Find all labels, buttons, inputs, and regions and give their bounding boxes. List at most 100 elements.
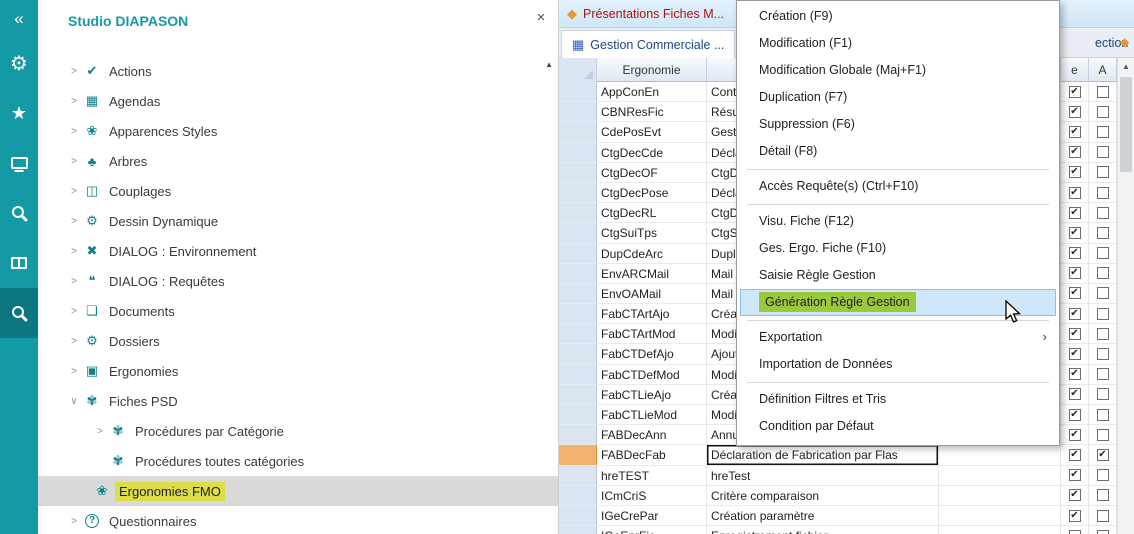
table-row-hretest[interactable]: hreTESThreTest✔	[559, 466, 1117, 486]
checkbox-a[interactable]	[1097, 287, 1109, 299]
checkbox-e[interactable]: ✔	[1069, 328, 1081, 340]
checkbox-a[interactable]	[1097, 489, 1109, 501]
tree-item-agendas[interactable]: >▦Agendas	[38, 86, 558, 116]
tree-item-apparences-styles[interactable]: >❀Apparences Styles	[38, 116, 558, 146]
checkbox-a[interactable]	[1097, 328, 1109, 340]
tree-item-fiches-psd[interactable]: ∨✾Fiches PSD	[38, 386, 558, 416]
table-row-igeenrfic[interactable]: IGeEnrFicEnregistrement fichier	[559, 526, 1117, 534]
checkbox-e[interactable]: ✔	[1069, 489, 1081, 501]
table-scrollbar[interactable]: ▲	[1117, 58, 1134, 534]
search-icon[interactable]	[0, 188, 38, 238]
checkbox-e[interactable]: ✔	[1069, 308, 1081, 320]
tree-item-dossiers[interactable]: >⚙Dossiers	[38, 326, 558, 356]
gear-icon[interactable]: ⚙	[0, 38, 38, 88]
menu-item-importation-de-donn-es[interactable]: Importation de Données	[737, 351, 1059, 378]
checkbox-e[interactable]: ✔	[1069, 510, 1081, 522]
expander-icon[interactable]: >	[66, 66, 82, 77]
checkbox-e[interactable]: ✔	[1069, 368, 1081, 380]
close-icon[interactable]: ×	[532, 9, 550, 27]
menu-item-ges-ergo-fiche-f10[interactable]: Ges. Ergo. Fiche (F10)	[737, 235, 1059, 262]
checkbox-a[interactable]	[1097, 510, 1109, 522]
checkbox-a[interactable]	[1097, 348, 1109, 360]
expander-icon[interactable]: ∨	[66, 396, 82, 407]
tree-item-ergonomies-fmo[interactable]: ❀Ergonomies FMO	[38, 476, 558, 506]
checkbox-a[interactable]: ✔	[1097, 449, 1109, 461]
menu-item-modification-f1[interactable]: Modification (F1)	[737, 30, 1059, 57]
checkbox-a[interactable]	[1097, 469, 1109, 481]
menu-item-acc-s-requ-te-s-ctrl-f10[interactable]: Accès Requête(s) (Ctrl+F10)	[737, 173, 1059, 200]
checkbox-a[interactable]	[1097, 166, 1109, 178]
checkbox-e[interactable]: ✔	[1069, 429, 1081, 441]
menu-item-duplication-f7[interactable]: Duplication (F7)	[737, 84, 1059, 111]
checkbox-a[interactable]	[1097, 106, 1109, 118]
monitor-icon[interactable]	[0, 138, 38, 188]
checkbox-a[interactable]	[1097, 146, 1109, 158]
checkbox-e[interactable]: ✔	[1069, 106, 1081, 118]
checkbox-a[interactable]	[1097, 368, 1109, 380]
checkbox-e[interactable]: ✔	[1069, 267, 1081, 279]
collapse-chevrons-icon[interactable]: «	[0, 0, 38, 38]
checkbox-e[interactable]: ✔	[1069, 247, 1081, 259]
checkbox-a[interactable]	[1097, 530, 1109, 534]
tree-item-dialog-requ-tes[interactable]: >❝DIALOG : Requêtes	[38, 266, 558, 296]
checkbox-e[interactable]: ✔	[1069, 449, 1081, 461]
table-row-icmcris[interactable]: ICmCriSCritère comparaison✔	[559, 486, 1117, 506]
checkbox-e[interactable]: ✔	[1069, 287, 1081, 299]
table-row-fabdecfab[interactable]: FABDecFabDéclaration de Fabrication par …	[559, 445, 1117, 465]
checkbox-e[interactable]	[1069, 530, 1081, 534]
split-view-icon[interactable]	[0, 238, 38, 288]
tree-item-arbres[interactable]: >♣Arbres	[38, 146, 558, 176]
tree-item-proc-dures-toutes-cat-gories[interactable]: ✾Procédures toutes catégories	[38, 446, 558, 476]
checkbox-a[interactable]	[1097, 267, 1109, 279]
checkbox-e[interactable]: ✔	[1069, 166, 1081, 178]
menu-item-condition-par-d-faut[interactable]: Condition par Défaut	[737, 413, 1059, 440]
expander-icon[interactable]: >	[66, 216, 82, 227]
checkbox-a[interactable]	[1097, 247, 1109, 259]
checkbox-e[interactable]: ✔	[1069, 207, 1081, 219]
scrollbar-thumb[interactable]	[1120, 77, 1132, 172]
tree-item-questionnaires[interactable]: >?Questionnaires	[38, 506, 558, 534]
expander-icon[interactable]: >	[66, 126, 82, 137]
menu-item-d-finition-filtres-et-tris[interactable]: Définition Filtres et Tris	[737, 386, 1059, 413]
tree-item-dialog-environnement[interactable]: >✖DIALOG : Environnement	[38, 236, 558, 266]
explorer-search-icon[interactable]	[0, 288, 38, 338]
menu-item-saisie-r-gle-gestion[interactable]: Saisie Règle Gestion	[737, 262, 1059, 289]
expander-icon[interactable]: >	[92, 426, 108, 437]
checkbox-e[interactable]: ✔	[1069, 86, 1081, 98]
checkbox-e[interactable]: ✔	[1069, 348, 1081, 360]
select-all-corner[interactable]	[559, 58, 597, 82]
checkbox-a[interactable]	[1097, 126, 1109, 138]
expander-icon[interactable]: >	[66, 306, 82, 317]
star-icon[interactable]: ★	[0, 88, 38, 138]
menu-item-cr-ation-f9[interactable]: Création (F9)	[737, 3, 1059, 30]
checkbox-a[interactable]	[1097, 187, 1109, 199]
checkbox-e[interactable]: ✔	[1069, 187, 1081, 199]
tree-item-actions[interactable]: >✔Actions	[38, 56, 558, 86]
expander-icon[interactable]: >	[66, 96, 82, 107]
menu-item-visu-fiche-f12[interactable]: Visu. Fiche (F12)	[737, 208, 1059, 235]
checkbox-a[interactable]	[1097, 227, 1109, 239]
checkbox-a[interactable]	[1097, 388, 1109, 400]
checkbox-a[interactable]	[1097, 409, 1109, 421]
checkbox-e[interactable]: ✔	[1069, 227, 1081, 239]
tree-item-ergonomies[interactable]: >▣Ergonomies	[38, 356, 558, 386]
expander-icon[interactable]: >	[66, 366, 82, 377]
column-header-ergonomie[interactable]: Ergonomie	[597, 58, 707, 82]
menu-item-d-tail-f8[interactable]: Détail (F8)	[737, 138, 1059, 165]
tree-item-proc-dures-par-cat-gorie[interactable]: >✾Procédures par Catégorie	[38, 416, 558, 446]
tab-gestion-commerciale[interactable]: ▦ Gestion Commerciale ...	[561, 30, 735, 58]
checkbox-a[interactable]	[1097, 429, 1109, 441]
checkbox-a[interactable]	[1097, 207, 1109, 219]
checkbox-a[interactable]	[1097, 86, 1109, 98]
tree-item-dessin-dynamique[interactable]: >⚙Dessin Dynamique	[38, 206, 558, 236]
checkbox-e[interactable]: ✔	[1069, 388, 1081, 400]
next-tab-icon[interactable]: ◆	[1120, 35, 1129, 49]
menu-item-modification-globale-maj-f1[interactable]: Modification Globale (Maj+F1)	[737, 57, 1059, 84]
checkbox-a[interactable]	[1097, 308, 1109, 320]
expander-icon[interactable]: >	[66, 336, 82, 347]
expander-icon[interactable]: >	[66, 276, 82, 287]
checkbox-e[interactable]: ✔	[1069, 409, 1081, 421]
tree-item-couplages[interactable]: >◫Couplages	[38, 176, 558, 206]
expander-icon[interactable]: >	[66, 246, 82, 257]
expander-icon[interactable]: >	[66, 186, 82, 197]
